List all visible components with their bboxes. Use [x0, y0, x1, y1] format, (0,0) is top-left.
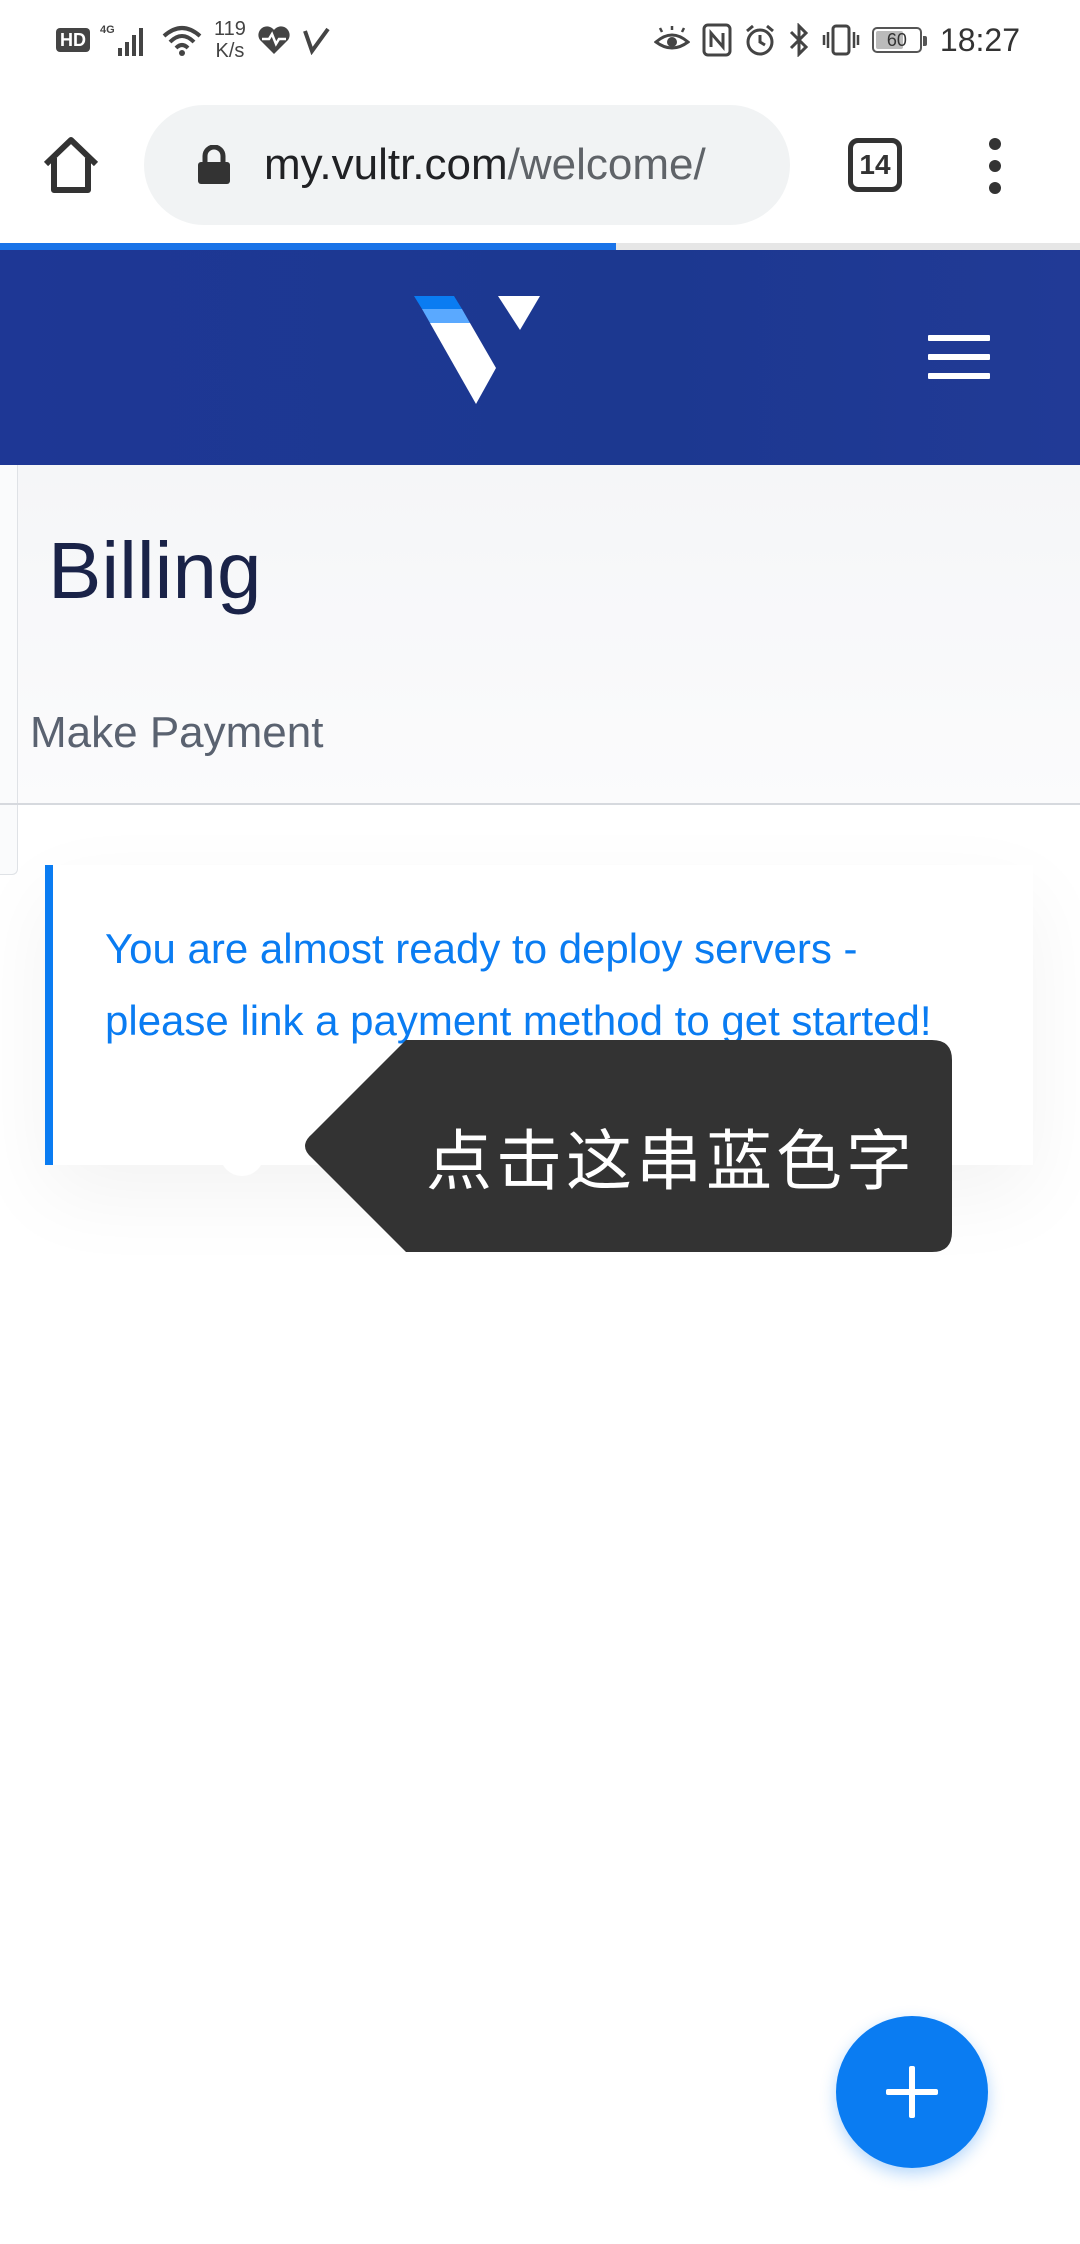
- battery-level: 60: [886, 29, 907, 50]
- page-load-progress-fill: [0, 243, 616, 250]
- tab-switcher-button[interactable]: 14: [848, 138, 902, 192]
- payment-alert-link[interactable]: You are almost ready to deploy servers -…: [105, 913, 985, 1057]
- hamburger-menu-button[interactable]: [928, 335, 990, 379]
- signal-icon: 4G: [100, 22, 150, 58]
- vultr-logo-icon[interactable]: [412, 294, 542, 409]
- bluetooth-icon: [788, 23, 810, 57]
- hamburger-line: [928, 354, 990, 360]
- lock-icon: [198, 145, 230, 184]
- header-divider: [0, 803, 1080, 805]
- hd-badge: HD: [56, 28, 90, 52]
- browser-menu-button[interactable]: [980, 136, 1010, 196]
- plus-icon: [886, 2066, 938, 2118]
- status-bar: HD 4G 119 K/s 60 18:27: [0, 0, 1080, 80]
- tooltip-text: 点击这串蓝色字: [426, 1123, 916, 1200]
- wifi-icon: [160, 22, 204, 58]
- health-heart-icon: [256, 24, 292, 56]
- status-clock: 18:27: [939, 21, 1020, 58]
- status-bar-left: HD 4G 119 K/s: [56, 14, 330, 66]
- content-panel: Billing Make Payment You are almost read…: [0, 465, 1080, 2244]
- annotation-tooltip: 点击这串蓝色字: [296, 1040, 952, 1252]
- more-vert-icon: [989, 138, 1001, 194]
- add-fab-button[interactable]: [836, 2016, 988, 2168]
- browser-toolbar: my.vultr.com/welcome/ 14: [0, 80, 1080, 250]
- page-load-progress: [0, 243, 1080, 250]
- status-bar-right: 60 18:27: [653, 14, 1020, 66]
- hamburger-line: [928, 373, 990, 379]
- url-text: my.vultr.com/welcome/: [264, 140, 706, 190]
- network-type-label: 4G: [100, 24, 115, 36]
- vibrate-icon: [822, 23, 860, 57]
- alarm-icon: [744, 23, 776, 57]
- site-header: [0, 250, 1080, 465]
- nfc-icon: [702, 23, 732, 57]
- network-speed: 119 K/s: [214, 18, 246, 62]
- url-path: /welcome/: [507, 140, 706, 189]
- sidebar-edge: [0, 465, 18, 875]
- url-host: my.vultr.com: [264, 140, 508, 189]
- vpn-v-icon: [302, 25, 330, 55]
- phone-screen: HD 4G 119 K/s 60 18:27 my.vultr.com/welc…: [0, 0, 1080, 2244]
- address-bar[interactable]: my.vultr.com/welcome/: [144, 105, 790, 225]
- network-speed-value: 119: [214, 18, 246, 40]
- home-button[interactable]: [38, 132, 104, 198]
- home-icon: [43, 137, 99, 193]
- network-speed-unit: K/s: [215, 40, 245, 62]
- page-title: Billing: [48, 526, 262, 615]
- eye-comfort-icon: [653, 26, 690, 54]
- battery-icon: 60: [871, 27, 927, 53]
- hamburger-line: [928, 335, 990, 341]
- subnav-make-payment[interactable]: Make Payment: [30, 708, 323, 758]
